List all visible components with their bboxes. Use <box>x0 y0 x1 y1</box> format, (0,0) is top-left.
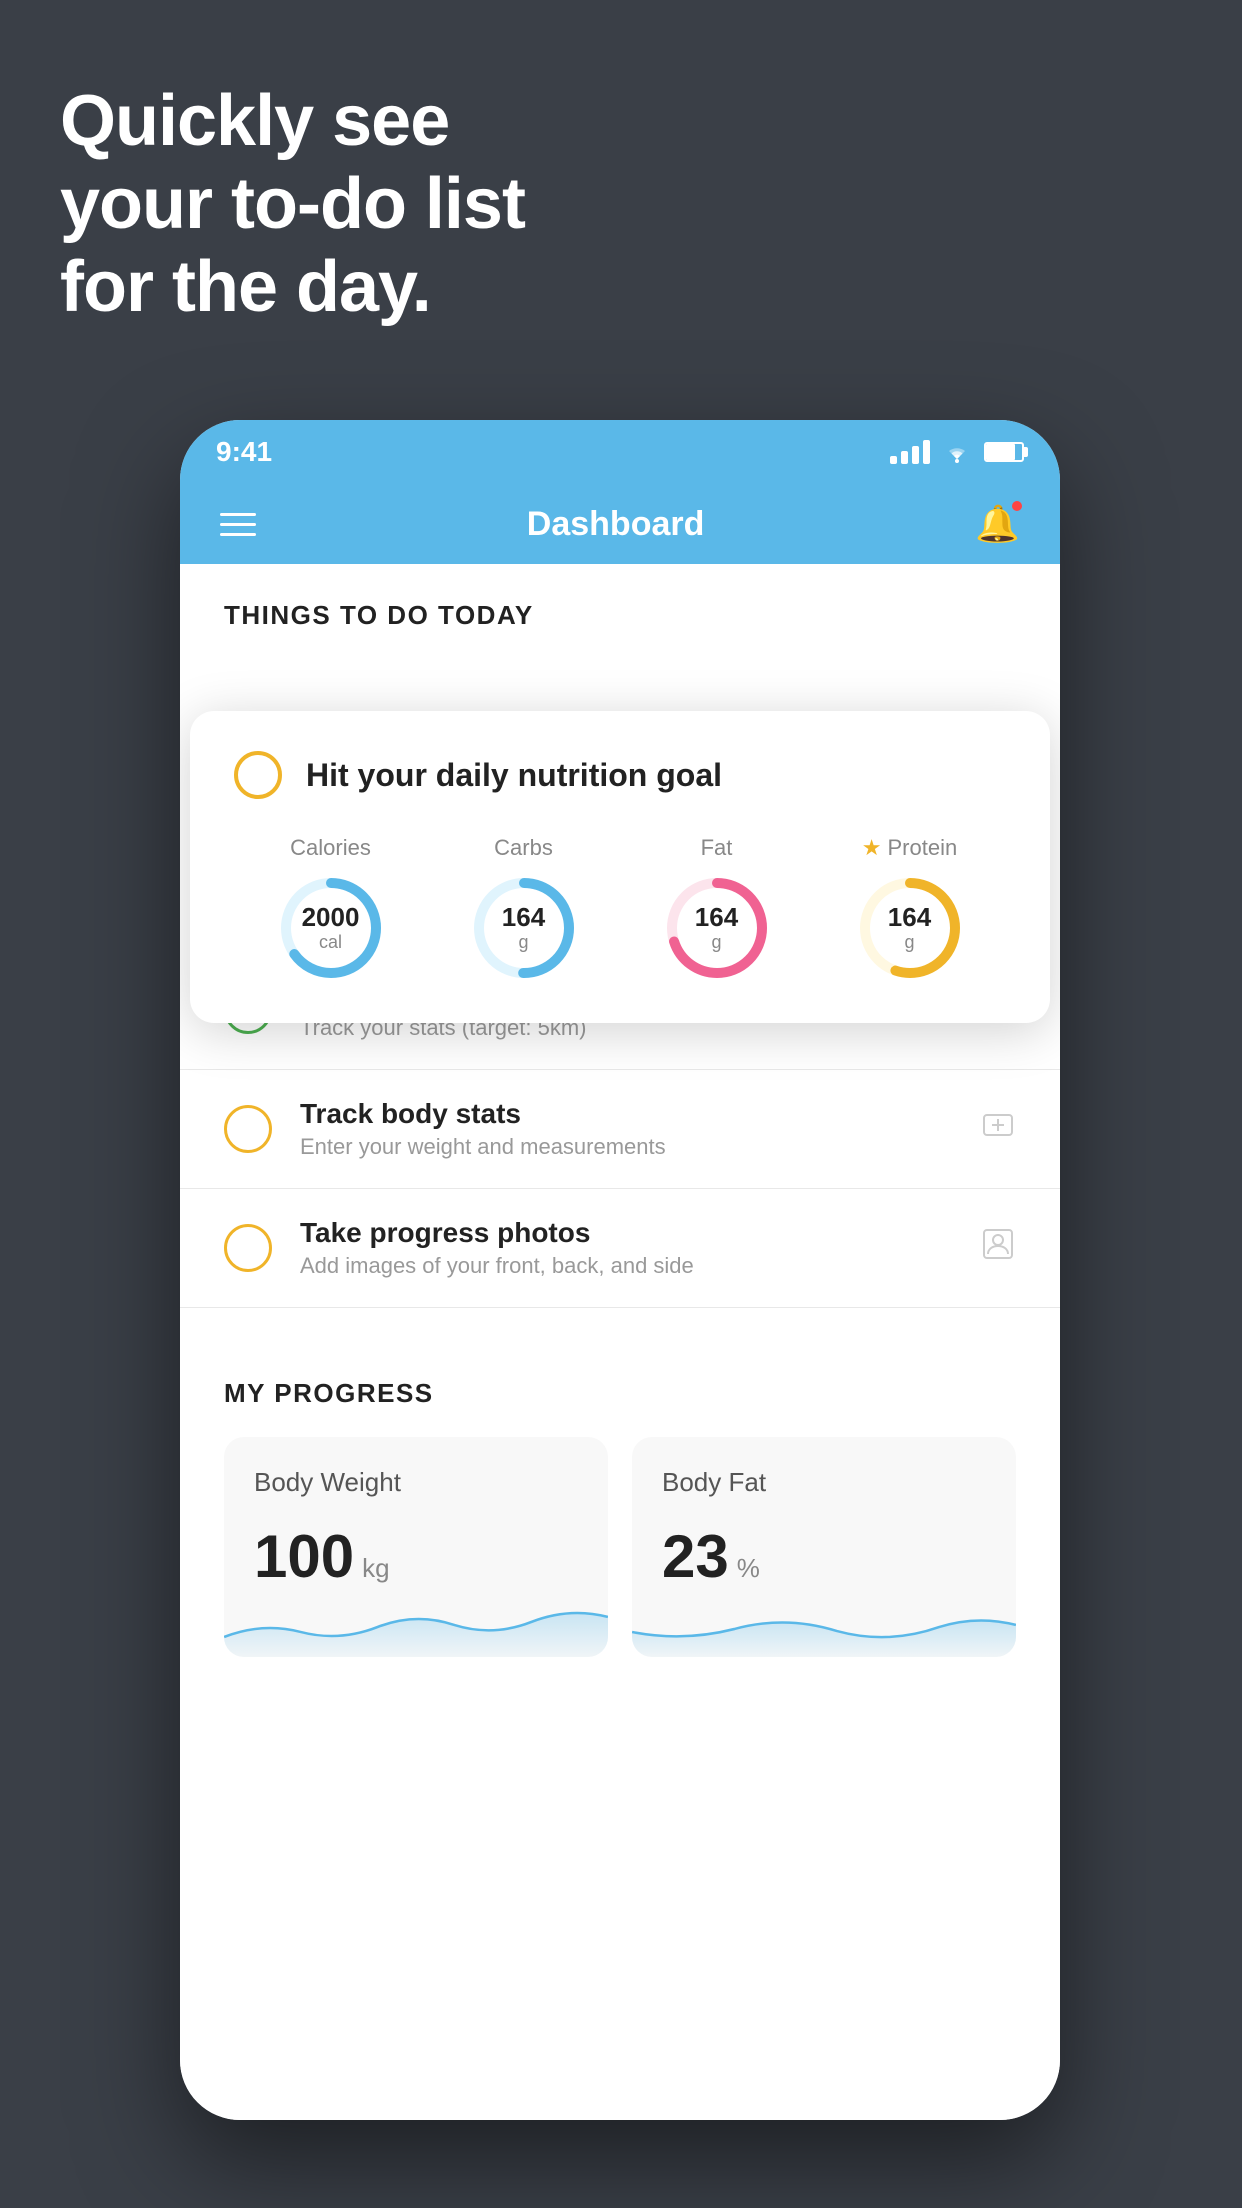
scale-icon <box>980 1107 1016 1151</box>
person-icon <box>980 1226 1016 1270</box>
fat-wave-chart <box>632 1587 1016 1657</box>
progress-header: MY PROGRESS <box>224 1378 1016 1409</box>
fat-label: Fat <box>701 835 733 861</box>
signal-icon <box>890 440 930 464</box>
hero-text: Quickly see your to-do list for the day. <box>60 80 525 328</box>
body-stats-subtitle: Enter your weight and measurements <box>300 1134 952 1160</box>
battery-icon <box>984 442 1024 462</box>
status-bar: 9:41 <box>180 420 1060 484</box>
fat-unit: g <box>695 932 738 953</box>
macro-fat: Fat 164 g <box>662 835 772 983</box>
macro-carbs: Carbs 164 g <box>469 835 579 983</box>
macro-protein: ★ Protein 164 g <box>855 835 965 983</box>
body-stats-text: Track body stats Enter your weight and m… <box>300 1098 952 1160</box>
photos-radio[interactable] <box>224 1224 272 1272</box>
carbs-value: 164 <box>502 903 545 932</box>
weight-wave-chart <box>224 1587 608 1657</box>
body-fat-card: Body Fat 23 % <box>632 1437 1016 1657</box>
body-weight-card: Body Weight 100 kg <box>224 1437 608 1657</box>
menu-button[interactable] <box>220 513 256 536</box>
nav-title: Dashboard <box>527 505 705 544</box>
body-weight-unit: kg <box>362 1553 389 1584</box>
body-stats-radio[interactable] <box>224 1105 272 1153</box>
time-display: 9:41 <box>216 436 272 468</box>
notification-dot <box>1010 499 1024 513</box>
calories-unit: cal <box>302 932 360 953</box>
photos-text: Take progress photos Add images of your … <box>300 1217 952 1279</box>
body-stats-title: Track body stats <box>300 1098 952 1130</box>
progress-section: MY PROGRESS Body Weight 100 kg <box>180 1338 1060 1657</box>
macro-calories: Calories 2000 cal <box>276 835 386 983</box>
body-fat-value: 23 <box>662 1522 729 1591</box>
nav-bar: Dashboard 🔔 <box>180 484 1060 564</box>
calories-label: Calories <box>290 835 371 861</box>
star-icon: ★ <box>862 835 882 861</box>
protein-label: ★ Protein <box>862 835 957 861</box>
phone-frame: 9:41 Dashboard <box>180 420 1060 2120</box>
progress-cards: Body Weight 100 kg <box>224 1437 1016 1657</box>
body-weight-value: 100 <box>254 1522 354 1591</box>
phone-wrapper: 9:41 Dashboard <box>180 420 1062 2048</box>
section-header: THINGS TO DO TODAY <box>180 564 1060 651</box>
nutrition-radio[interactable] <box>234 751 282 799</box>
nutrition-title: Hit your daily nutrition goal <box>306 757 722 794</box>
content-area: THINGS TO DO TODAY Hit your daily nutrit… <box>180 564 1060 2120</box>
macro-row: Calories 2000 cal <box>234 835 1006 983</box>
status-icons <box>890 440 1024 464</box>
carbs-unit: g <box>502 932 545 953</box>
photos-subtitle: Add images of your front, back, and side <box>300 1253 952 1279</box>
photos-title: Take progress photos <box>300 1217 952 1249</box>
wifi-icon <box>942 441 972 463</box>
todo-progress-photos[interactable]: Take progress photos Add images of your … <box>180 1189 1060 1308</box>
body-fat-title: Body Fat <box>662 1467 986 1498</box>
fat-value: 164 <box>695 903 738 932</box>
notification-button[interactable]: 🔔 <box>975 503 1020 545</box>
todo-body-stats[interactable]: Track body stats Enter your weight and m… <box>180 1070 1060 1189</box>
protein-unit: g <box>888 932 931 953</box>
calories-value: 2000 <box>302 903 360 932</box>
protein-value: 164 <box>888 903 931 932</box>
body-fat-unit: % <box>737 1553 760 1584</box>
nutrition-card: Hit your daily nutrition goal Calories <box>190 711 1050 1023</box>
body-weight-title: Body Weight <box>254 1467 578 1498</box>
carbs-label: Carbs <box>494 835 553 861</box>
